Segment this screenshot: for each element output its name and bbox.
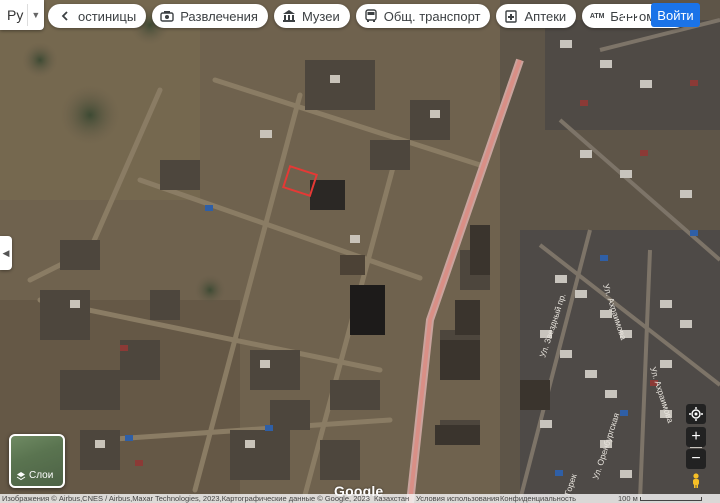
- language-selector[interactable]: Ру ▼: [0, 0, 44, 30]
- category-chips: остиницы Развлечения Музеи Общ. транспор…: [48, 4, 688, 28]
- chevron-left-icon: ◀: [2, 247, 10, 258]
- apps-grid-icon[interactable]: [622, 5, 640, 23]
- chip-pharmacies[interactable]: Аптеки: [496, 4, 577, 28]
- zoom-in-button[interactable]: +: [686, 427, 706, 447]
- pegman-button[interactable]: [688, 472, 704, 490]
- country-link[interactable]: Казахстан: [374, 494, 409, 503]
- caret-down-icon: ▼: [31, 10, 41, 20]
- chip-public-transport[interactable]: Общ. транспорт: [355, 4, 491, 28]
- museum-icon: [280, 7, 298, 25]
- layers-button[interactable]: Слои: [9, 434, 65, 488]
- pegman-icon: [693, 473, 699, 488]
- attribution-text: Изображения © Airbus,CNES / Airbus,Maxar…: [2, 494, 370, 503]
- atm-icon: ATM: [589, 12, 605, 20]
- privacy-link[interactable]: Конфиденциальность: [500, 494, 576, 503]
- attribution-bar: Изображения © Airbus,CNES / Airbus,Maxar…: [0, 494, 720, 503]
- satellite-map[interactable]: Ул. Ахраимова Ул. Звездный пр. Ул. Ахраи…: [0, 0, 720, 503]
- chip-label: остиницы: [78, 8, 137, 24]
- pharmacy-icon: [502, 7, 520, 25]
- camera-icon: [158, 7, 176, 25]
- bus-icon: [362, 7, 380, 25]
- chevron-left-icon[interactable]: [56, 7, 74, 25]
- side-panel-toggle[interactable]: ◀: [0, 236, 12, 270]
- layers-icon: [16, 472, 26, 481]
- scale-bar: [640, 497, 702, 501]
- chip-label: Музеи: [301, 8, 340, 24]
- chip-label: Аптеки: [524, 8, 567, 24]
- location-target-icon: [689, 407, 703, 421]
- zoom-out-button[interactable]: −: [686, 449, 706, 469]
- terms-link[interactable]: Условия использования: [416, 494, 499, 503]
- language-label: Ру: [7, 7, 24, 23]
- chip-hotels[interactable]: остиницы: [48, 4, 147, 28]
- layers-label: Слои: [29, 470, 54, 481]
- chip-label: Общ. транспорт: [383, 8, 481, 24]
- divider: [27, 4, 28, 26]
- chip-museums[interactable]: Музеи: [273, 4, 350, 28]
- signin-button[interactable]: Войти: [651, 3, 700, 27]
- scale-label: 100 м: [618, 494, 638, 503]
- my-location-button[interactable]: [686, 404, 706, 424]
- chip-entertainment[interactable]: Развлечения: [152, 4, 268, 28]
- plus-icon: +: [691, 428, 701, 445]
- minus-icon: −: [691, 450, 701, 467]
- chip-label: Развлечения: [180, 8, 258, 24]
